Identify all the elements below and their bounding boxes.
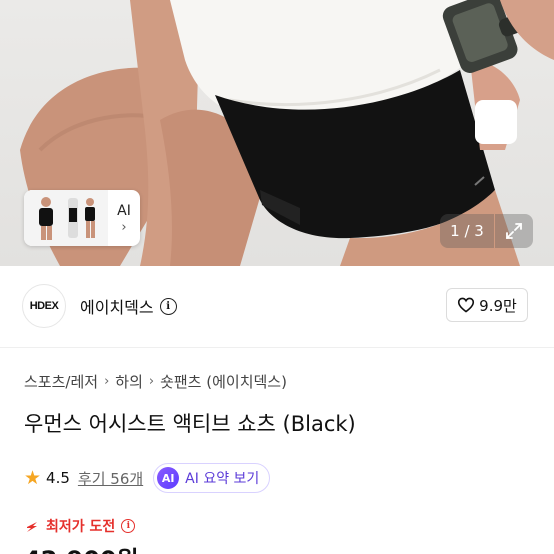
breadcrumb-item-bottoms[interactable]: 하의 [115, 371, 143, 392]
rating-value: 4.5 [46, 469, 70, 487]
info-icon[interactable]: i [121, 519, 136, 533]
thumbnail-ai-label: AI [117, 202, 131, 219]
divider [0, 347, 554, 348]
ai-summary-button[interactable]: AI AI 요약 보기 [153, 463, 271, 493]
chevron-right-icon: › [104, 374, 110, 389]
expand-icon [506, 223, 522, 239]
heart-icon [458, 297, 475, 313]
price: 42,900원 [24, 540, 139, 554]
brand-row: HDEX 에이치덱스 i 9.9만 [22, 284, 532, 328]
ai-thumbnail-card[interactable]: AI › [24, 190, 140, 246]
expand-button[interactable] [495, 214, 533, 248]
rating-row: ★ 4.5 후기 56개 AI AI 요약 보기 [24, 462, 271, 494]
breadcrumb-item-sports[interactable]: 스포츠/레저 [24, 371, 98, 392]
brand-logo[interactable]: HDEX [22, 284, 66, 328]
star-icon: ★ [24, 466, 42, 489]
info-icon[interactable]: i [159, 297, 177, 315]
deal-label: 최저가 도전 [46, 519, 116, 535]
image-counter: 1 / 3 [440, 214, 494, 248]
brand-name[interactable]: 에이치덱스 [80, 294, 154, 318]
breadcrumb: 스포츠/레저 › 하의 › 숏팬츠 (에이치덱스) [24, 371, 287, 392]
like-button[interactable]: 9.9만 [446, 288, 528, 322]
ai-summary-label: AI 요약 보기 [185, 471, 260, 487]
chevron-right-icon: › [148, 374, 155, 389]
like-count: 9.9만 [479, 296, 517, 315]
product-title: 우먼스 어시스트 액티브 쇼츠 (Black) [24, 412, 356, 436]
chevron-right-icon: › [121, 219, 127, 235]
breadcrumb-item-shorts[interactable]: 숏팬츠 (에이치덱스) [160, 371, 287, 392]
lowest-price-challenge[interactable]: 최저가 도전 i [24, 516, 136, 536]
reviews-link[interactable]: 후기 56개 [78, 468, 143, 489]
product-image-gallery[interactable]: AI › 1 / 3 [0, 0, 554, 266]
ai-badge-icon: AI [157, 467, 180, 489]
thumbnail-image [24, 190, 108, 246]
flame-icon [27, 522, 37, 532]
